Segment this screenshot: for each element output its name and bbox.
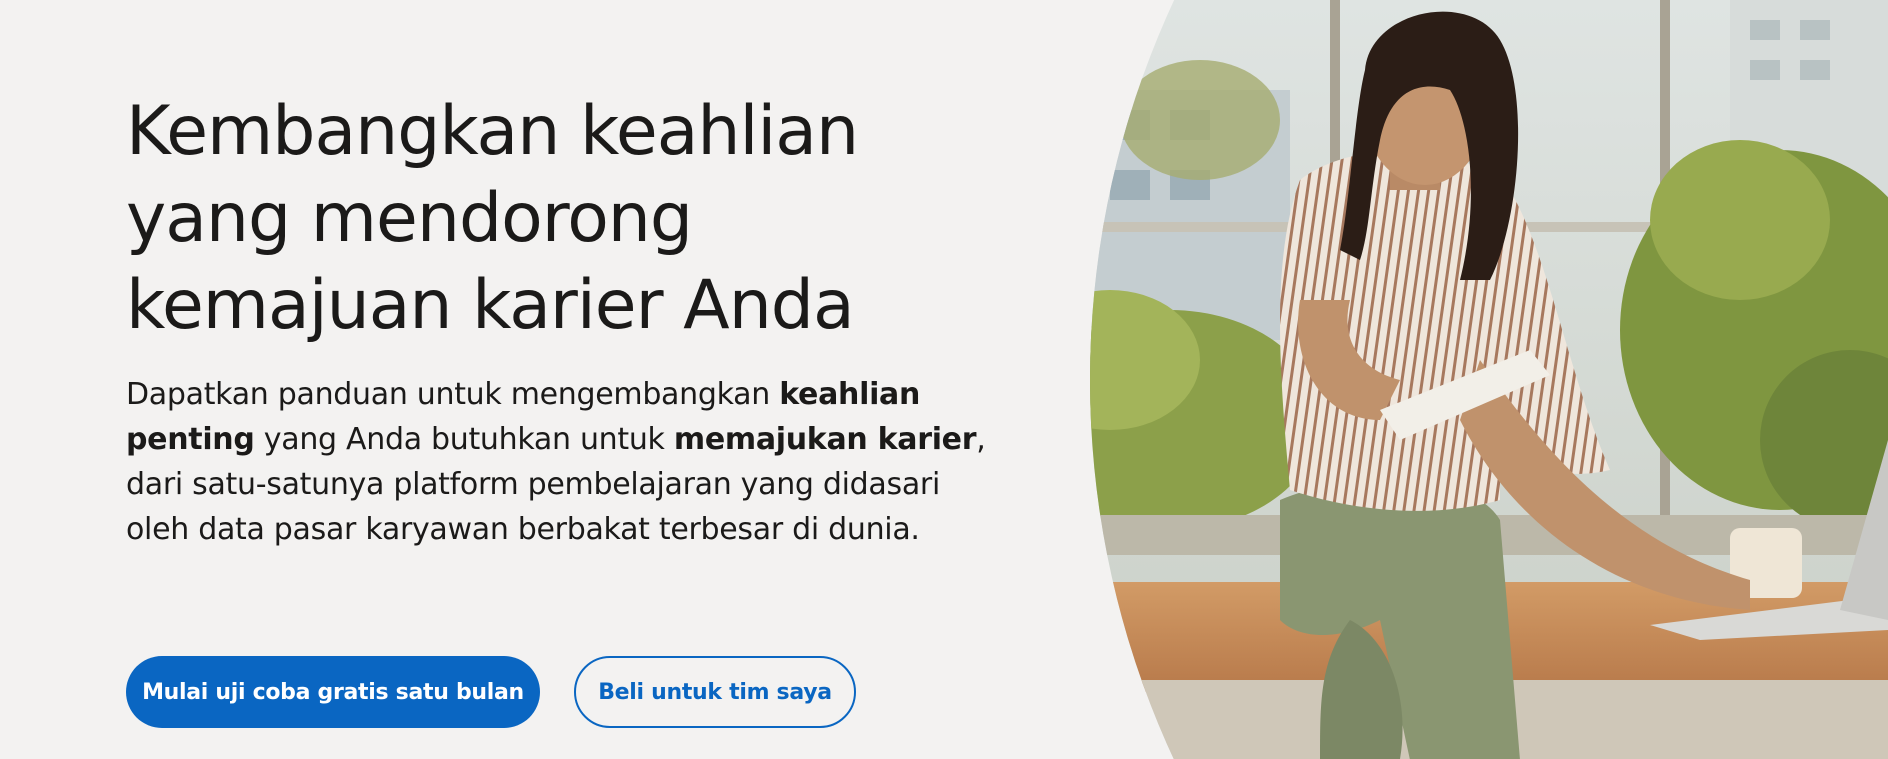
hero-photo — [1090, 0, 1888, 759]
hero-headline: Kembangkan keahlian yang mendorong kemajua… — [126, 88, 906, 349]
headline-line-2: yang mendorong — [126, 179, 693, 258]
description-bold-2: memajukan karier — [673, 422, 977, 457]
hero-photo-illustration — [1090, 0, 1888, 759]
buy-for-team-label: Beli untuk tim saya — [598, 679, 832, 705]
headline-line-3: kemajuan karier Anda — [126, 266, 855, 345]
start-free-trial-label: Mulai uji coba gratis satu bulan — [142, 679, 524, 705]
hero-section: Kembangkan keahlian yang mendorong kemajua… — [0, 0, 1888, 759]
description-text-1: Dapatkan panduan untuk mengembangkan — [126, 377, 780, 412]
start-free-trial-button[interactable]: Mulai uji coba gratis satu bulan — [126, 656, 540, 728]
description-text-2: yang Anda butuhkan untuk — [254, 422, 674, 457]
headline-line-1: Kembangkan keahlian — [126, 92, 859, 171]
buy-for-team-button[interactable]: Beli untuk tim saya — [574, 656, 856, 728]
hero-description: Dapatkan panduan untuk mengembangkan kea… — [126, 372, 1006, 552]
